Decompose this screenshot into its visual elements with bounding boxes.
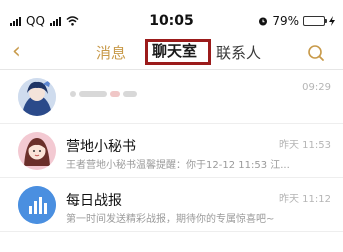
conversation-row[interactable]: 09:29 — [0, 72, 343, 124]
avatar — [18, 186, 56, 224]
status-bar: QQ 10:05 79% — [0, 0, 343, 36]
blurred-name — [70, 82, 140, 101]
tab-messages[interactable]: 消息 — [96, 43, 126, 63]
alarm-icon — [259, 17, 268, 26]
battery-icon — [303, 16, 327, 26]
anime-avatar-image — [18, 78, 56, 116]
conversation-row[interactable]: 营地小秘书 昨天 11:53 王者营地小秘书温馨提醒：你于12-12 11:53… — [0, 126, 343, 178]
conversation-preview: 第一时间发送精彩战报，期待你的专属惊喜吧~ — [66, 214, 275, 225]
nav-bar: ‹ 消息 聊天室 联系人 — [0, 36, 343, 70]
avatar — [18, 132, 56, 170]
conversation-title: 营地小秘书 — [66, 139, 136, 155]
battery-percent: 79% — [272, 14, 299, 28]
bar-chart-icon — [18, 186, 56, 224]
avatar — [18, 78, 56, 116]
conversation-time: 09:29 — [302, 82, 331, 93]
tab-contacts[interactable]: 联系人 — [216, 43, 261, 63]
tab-chatroom[interactable]: 聊天室 — [145, 39, 211, 65]
charging-icon — [329, 16, 335, 26]
conversation-preview: 王者营地小秘书温馨提醒：你于12-12 11:53 江... — [66, 160, 290, 171]
conversation-row[interactable]: 每日战报 昨天 11:12 第一时间发送精彩战报，期待你的专属惊喜吧~ — [0, 180, 343, 232]
conversation-time: 昨天 11:53 — [279, 140, 331, 151]
conversation-time: 昨天 11:12 — [279, 194, 331, 205]
chevron-left-icon[interactable]: ‹ — [12, 40, 21, 64]
secretary-avatar-image — [18, 132, 56, 170]
search-icon[interactable] — [307, 44, 325, 62]
status-right: 79% — [258, 14, 335, 28]
conversation-title: 每日战报 — [66, 193, 122, 209]
